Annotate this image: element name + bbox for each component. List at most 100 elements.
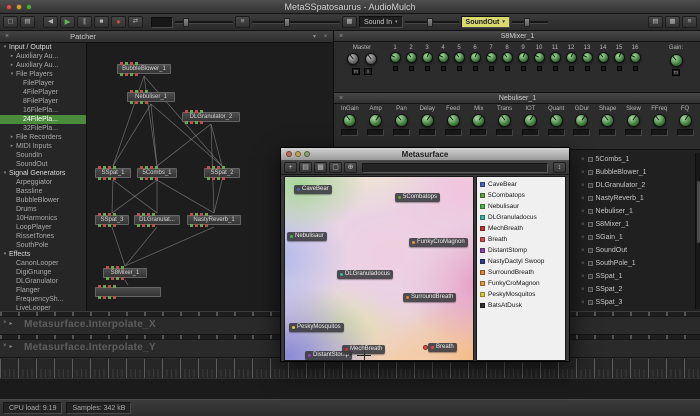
param-knob[interactable] bbox=[369, 114, 382, 127]
tree-item[interactable]: 24FilePla... bbox=[0, 115, 86, 124]
output-port[interactable] bbox=[130, 73, 133, 76]
channel-mute-button[interactable] bbox=[617, 66, 622, 71]
open-document-button[interactable]: ▤ bbox=[20, 16, 35, 28]
channel-gain-knob[interactable] bbox=[518, 52, 529, 63]
snapshot-item[interactable]: SurroundBreath bbox=[477, 267, 565, 278]
gain-mute-button[interactable]: m bbox=[672, 69, 680, 76]
output-port[interactable] bbox=[103, 177, 106, 180]
metronome-button[interactable]: ≡ bbox=[235, 16, 250, 28]
output-port[interactable] bbox=[190, 121, 193, 124]
input-port[interactable] bbox=[222, 166, 225, 169]
output-port[interactable] bbox=[135, 101, 138, 104]
channel-gain-knob[interactable] bbox=[454, 52, 465, 63]
patch-node-nastyreverb-1[interactable]: NastyReverb_1 bbox=[187, 215, 241, 225]
tree-item[interactable]: SoundIn bbox=[0, 151, 86, 160]
disclosure-closed-icon[interactable]: ▸ bbox=[9, 142, 15, 151]
surface-snapshot-chip[interactable]: Breath bbox=[428, 343, 457, 352]
tree-item[interactable]: ▸Auxiliary Au... bbox=[0, 52, 86, 61]
lane-close-icon[interactable]: × bbox=[3, 343, 7, 350]
output-port[interactable] bbox=[205, 224, 208, 227]
tree-item[interactable]: ▾Signal Generators bbox=[0, 169, 86, 178]
output-port[interactable] bbox=[190, 224, 193, 227]
input-port[interactable] bbox=[130, 90, 133, 93]
record-button[interactable]: ● bbox=[111, 16, 126, 28]
snapshot-item[interactable]: BatsAtDusk bbox=[477, 300, 565, 311]
input-port[interactable] bbox=[120, 62, 123, 65]
slider-thumb[interactable] bbox=[284, 18, 290, 27]
level-slider[interactable] bbox=[175, 21, 233, 24]
remove-contraption-icon[interactable]: × bbox=[581, 196, 585, 202]
slider-thumb[interactable] bbox=[427, 18, 433, 27]
output-port[interactable] bbox=[135, 73, 138, 76]
tree-item[interactable]: Flanger bbox=[0, 286, 86, 295]
channel-gain-knob[interactable] bbox=[630, 52, 641, 63]
remove-contraption-icon[interactable]: × bbox=[581, 170, 585, 176]
loop-button[interactable]: ⇄ bbox=[128, 16, 143, 28]
param-knob[interactable] bbox=[421, 114, 434, 127]
output-port[interactable] bbox=[140, 177, 143, 180]
channel-mute-button[interactable] bbox=[425, 66, 430, 71]
channel-gain-knob[interactable] bbox=[614, 52, 625, 63]
input-port[interactable] bbox=[135, 90, 138, 93]
input-port[interactable] bbox=[103, 213, 106, 216]
tree-item[interactable]: 10Harmonics bbox=[0, 214, 86, 223]
channel-gain-knob[interactable] bbox=[582, 52, 593, 63]
input-port[interactable] bbox=[200, 110, 203, 113]
contraption-item[interactable]: ×SSpat_1 bbox=[578, 270, 694, 283]
tree-item[interactable]: Arpeggiator bbox=[0, 178, 86, 187]
input-port[interactable] bbox=[145, 90, 148, 93]
tree-item[interactable]: LiveLooper bbox=[0, 304, 86, 311]
surface-snapshot-chip[interactable]: DLGranuladocus bbox=[337, 270, 393, 279]
disclosure-open-icon[interactable]: ▾ bbox=[2, 250, 8, 259]
channel-gain-knob[interactable] bbox=[470, 52, 481, 63]
window-titlebar[interactable]: MetaSSpatosaurus - AudioMulch bbox=[0, 0, 700, 14]
output-port[interactable] bbox=[150, 177, 153, 180]
lane-close-icon[interactable]: × bbox=[3, 320, 7, 327]
channel-mute-button[interactable] bbox=[521, 66, 526, 71]
snapshot-item[interactable]: DistantStomp bbox=[477, 245, 565, 256]
surface-snapshot-chip[interactable]: 5Combatops bbox=[395, 193, 440, 202]
input-port[interactable] bbox=[185, 110, 188, 113]
stop-button[interactable]: ■ bbox=[94, 16, 109, 28]
disclosure-open-icon[interactable]: ▾ bbox=[9, 70, 15, 79]
play-button[interactable]: ▶ bbox=[60, 16, 75, 28]
pause-button[interactable]: ∥ bbox=[77, 16, 92, 28]
tree-item[interactable]: 8FilePlayer bbox=[0, 97, 86, 106]
input-port[interactable] bbox=[98, 166, 101, 169]
input-port[interactable] bbox=[108, 213, 111, 216]
input-port[interactable] bbox=[217, 166, 220, 169]
output-port[interactable] bbox=[121, 277, 124, 280]
tree-item[interactable]: ▾Input / Output bbox=[0, 43, 86, 52]
param-knob[interactable] bbox=[627, 114, 640, 127]
disclosure-open-icon[interactable]: ▾ bbox=[2, 169, 8, 178]
snapshot-name-field[interactable] bbox=[362, 163, 548, 173]
rewind-button[interactable]: ◀ bbox=[43, 16, 58, 28]
output-port[interactable] bbox=[103, 296, 106, 299]
patch-node-bubbleblower-1[interactable]: BubbleBlower_1 bbox=[117, 64, 171, 74]
input-port[interactable] bbox=[142, 213, 145, 216]
param-knob[interactable] bbox=[653, 114, 666, 127]
surface-snapshot-chip[interactable]: SurroundBreath bbox=[403, 293, 456, 302]
param-value-box[interactable] bbox=[496, 129, 513, 136]
param-value-box[interactable] bbox=[599, 129, 616, 136]
output-port[interactable] bbox=[200, 224, 203, 227]
param-knob[interactable] bbox=[395, 114, 408, 127]
remove-contraption-icon[interactable]: × bbox=[581, 274, 585, 280]
param-knob[interactable] bbox=[575, 114, 588, 127]
patch-node-nebuliser-1[interactable]: Nebuliser_1 bbox=[127, 92, 175, 102]
tree-item[interactable]: RissetTones bbox=[0, 232, 86, 241]
remove-contraption-icon[interactable]: × bbox=[581, 287, 585, 293]
output-port[interactable] bbox=[155, 177, 158, 180]
output-port[interactable] bbox=[185, 121, 188, 124]
channel-mute-button[interactable] bbox=[569, 66, 574, 71]
disclosure-closed-icon[interactable]: ▸ bbox=[9, 61, 15, 70]
disclosure-closed-icon[interactable]: ▸ bbox=[9, 52, 15, 61]
param-value-box[interactable] bbox=[548, 129, 565, 136]
surface-snapshot-chip[interactable]: MechBreath bbox=[342, 345, 385, 354]
output-port[interactable] bbox=[217, 177, 220, 180]
channel-gain-knob[interactable] bbox=[550, 52, 561, 63]
input-port[interactable] bbox=[125, 62, 128, 65]
tree-item[interactable]: LoopPlayer bbox=[0, 223, 86, 232]
remove-contraption-icon[interactable]: × bbox=[581, 300, 585, 306]
channel-gain-knob[interactable] bbox=[502, 52, 513, 63]
